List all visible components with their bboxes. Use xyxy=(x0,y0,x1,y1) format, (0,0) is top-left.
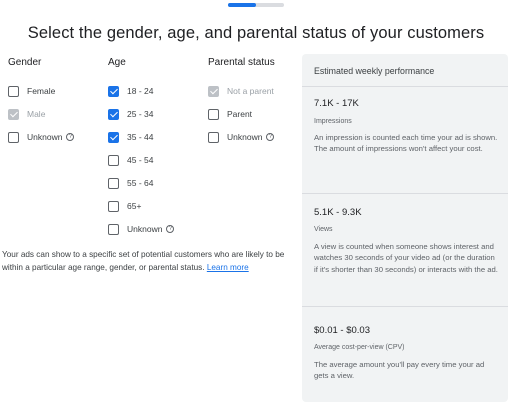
option-label: Parent xyxy=(227,109,253,119)
checkbox[interactable] xyxy=(208,131,219,143)
option-label: Unknown xyxy=(27,132,63,142)
checkbox[interactable] xyxy=(8,131,19,143)
checkbox[interactable] xyxy=(108,131,119,143)
age-heading: Age xyxy=(108,57,126,68)
option-label: 65+ xyxy=(127,201,142,211)
parental-option-unknown[interactable]: Unknown ? xyxy=(208,130,275,144)
option-label: 45 - 54 xyxy=(127,155,154,165)
views-label: Views xyxy=(314,226,333,233)
age-option-18-24[interactable]: 18 - 24 xyxy=(108,84,153,98)
option-label: Unknown xyxy=(227,132,263,142)
gender-option-unknown[interactable]: Unknown ? xyxy=(8,130,75,144)
age-option-55-64[interactable]: 55 - 64 xyxy=(108,176,153,190)
option-label: 35 - 44 xyxy=(127,132,154,142)
cpv-description: The average amount you'll pay every time… xyxy=(314,360,485,381)
progress-bar xyxy=(228,3,284,7)
divider xyxy=(302,306,508,307)
option-label: Female xyxy=(27,86,56,96)
option-label: Unknown xyxy=(127,224,163,234)
age-option-65-plus[interactable]: 65+ xyxy=(108,199,141,213)
impressions-description: An impression is counted each time your … xyxy=(314,133,498,154)
parental-option-not-a-parent[interactable]: Not a parent xyxy=(208,84,274,98)
age-option-45-54[interactable]: 45 - 54 xyxy=(108,153,153,167)
checkbox[interactable] xyxy=(8,108,19,120)
checkbox[interactable] xyxy=(108,177,119,189)
learn-more-link[interactable]: Learn more xyxy=(207,263,249,272)
panel-heading: Estimated weekly performance xyxy=(314,66,435,76)
cpv-value: $0.01 - $0.03 xyxy=(314,325,370,336)
help-circle-icon[interactable]: ? xyxy=(166,225,175,233)
impressions-value: 7.1K - 17K xyxy=(314,98,359,109)
help-circle-icon[interactable]: ? xyxy=(266,133,275,141)
views-description: A view is counted when someone shows int… xyxy=(314,242,498,274)
gender-option-male[interactable]: Male xyxy=(8,107,45,121)
checkbox[interactable] xyxy=(208,108,219,120)
impressions-label: Impressions xyxy=(314,118,352,125)
gender-option-female[interactable]: Female xyxy=(8,84,55,98)
page-title: Select the gender, age, and parental sta… xyxy=(27,24,485,42)
checkbox[interactable] xyxy=(108,154,119,166)
checkbox[interactable] xyxy=(108,108,119,120)
divider xyxy=(302,193,508,194)
parental-heading: Parental status xyxy=(208,57,275,68)
option-label: Not a parent xyxy=(227,86,274,96)
help-circle-icon[interactable]: ? xyxy=(66,133,75,141)
age-option-unknown[interactable]: Unknown ? xyxy=(108,222,175,236)
option-label: Male xyxy=(27,109,46,119)
checkbox[interactable] xyxy=(108,200,119,212)
checkbox[interactable] xyxy=(108,223,119,235)
divider xyxy=(302,86,508,87)
gender-heading: Gender xyxy=(8,57,42,68)
cpv-label: Average cost-per-view (CPV) xyxy=(314,344,405,351)
progress-bar-fill xyxy=(228,3,256,7)
estimated-performance-panel: Estimated weekly performance 7.1K - 17K … xyxy=(302,54,508,402)
age-option-25-34[interactable]: 25 - 34 xyxy=(108,107,153,121)
age-option-35-44[interactable]: 35 - 44 xyxy=(108,130,153,144)
option-label: 25 - 34 xyxy=(127,109,154,119)
checkbox[interactable] xyxy=(8,85,19,97)
option-label: 55 - 64 xyxy=(127,178,154,188)
checkbox[interactable] xyxy=(208,85,219,97)
views-value: 5.1K - 9.3K xyxy=(314,207,362,218)
parental-option-parent[interactable]: Parent xyxy=(208,107,252,121)
targeting-description: Your ads can show to a specific set of p… xyxy=(2,249,287,274)
option-label: 18 - 24 xyxy=(127,86,154,96)
checkbox[interactable] xyxy=(108,85,119,97)
